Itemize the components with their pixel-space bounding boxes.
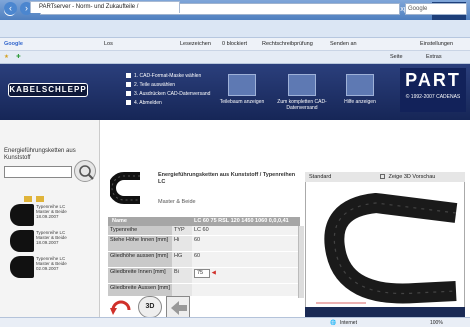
show-3d-checkbox[interactable] [380, 174, 385, 180]
thumb-line3: 18.09.2007 [36, 214, 59, 219]
toolbar-item-los[interactable]: Los [104, 38, 113, 50]
tools-menu[interactable]: Extras [426, 51, 442, 63]
toolbar-item-blocked[interactable]: 0 blockiert [222, 38, 247, 50]
chain-thumbnail-icon [10, 204, 34, 226]
prop-label: Gliedbreite Aussen [mm] [108, 284, 172, 296]
back-button[interactable]: ‹ [4, 2, 17, 15]
prop-key: Hi [172, 236, 192, 251]
prop-label: Stehe Höhe Innen [mm] [108, 236, 172, 251]
tree-view-label: Teilebaum anzeigen [219, 99, 265, 105]
magnifier-icon[interactable] [74, 160, 96, 182]
tab-bar: ★ ✚ Seite Extras [0, 51, 470, 64]
favorites-star-icon[interactable]: ★ [4, 51, 9, 63]
table-row: Typenreihe TYP LC 60 [108, 226, 300, 235]
width-select[interactable]: 75 [194, 269, 211, 278]
view-3d-button[interactable]: 3D [138, 296, 162, 318]
product-image [108, 170, 154, 214]
step-label: 4. Abmelden [134, 100, 162, 106]
toolbar-item-sendto[interactable]: Senden an [330, 38, 357, 50]
help-button[interactable] [346, 74, 374, 96]
step-label: 1. CAD-Format-Maske wählen [134, 73, 202, 79]
cad-send-button[interactable] [288, 74, 316, 96]
show-3d-label: Zeige 3D Vorschau [388, 174, 436, 180]
folder-icon[interactable] [24, 196, 32, 202]
google-toolbar-label: Google [4, 41, 23, 47]
thumbnail-text: Typenreihe LC Master & Beide 18.09.2007 [36, 230, 96, 245]
prop-value [192, 284, 300, 296]
property-table: Typenreihe TYP LC 60 Stehe Höhe Innen [m… [108, 226, 300, 296]
arrow-left-icon: ◀ [211, 270, 216, 276]
product-title: Energieführungsketten aus Kunststoff / T… [158, 172, 296, 185]
tree-view-button[interactable] [228, 74, 256, 96]
prop-key [172, 284, 192, 296]
3d-preview-panel[interactable] [305, 172, 465, 320]
prop-value: 60 [192, 252, 300, 267]
toolbar-item-settings[interactable]: Einstellungen [420, 38, 453, 50]
status-bar: 🌐 Internet 100% [0, 317, 470, 327]
help-label: Hilfe anzeigen [344, 99, 376, 105]
prop-label: Gliedhöhe aussen [mm] [108, 252, 172, 267]
product-subtitle: Master & Beide [158, 199, 196, 205]
thumb-line3: 02.09.2007 [36, 266, 59, 271]
thumbnail-text: Typenreihe LC Master & Beide 18.09.2007 [36, 204, 96, 219]
thumbnail-item[interactable]: Typenreihe LC Master & Beide 02.09.2007 [10, 256, 98, 280]
back-arrow-button[interactable] [166, 296, 190, 318]
show-3d-toggle[interactable]: Zeige 3D Vorschau [380, 174, 464, 181]
3d-viewer-toolbar[interactable] [305, 307, 465, 317]
address-bar [0, 20, 470, 38]
thumbnail-item[interactable]: Typenreihe LC Master & Beide 18.09.2007 [10, 230, 98, 254]
step-label: 3. Ausdrücken CAD-Datenversand [134, 91, 211, 97]
table-scrollbar[interactable] [298, 226, 304, 298]
table-row: Gliedhöhe aussen [mm] HG 60 [108, 252, 300, 267]
toolbar-item-bookmarks[interactable]: Lesezeichen [180, 38, 211, 50]
step-label: 2. Teile auswählen [134, 82, 176, 88]
part-copyright: © 1992-2007 CADENAS [405, 94, 461, 100]
table-row: Gliedbreite Innen [mm] Bi 75 ◀ [108, 268, 300, 283]
header-name-value: LC 60 75 RSL 120 1450 1060 0,0,0,41 [194, 218, 289, 224]
catalog-search-input[interactable] [4, 166, 72, 178]
view-standard-label[interactable]: Standard [309, 174, 331, 180]
part-brand-word: PART [405, 70, 461, 90]
search-field[interactable]: Google [405, 3, 467, 15]
refresh-button[interactable] [108, 296, 134, 318]
chain-thumbnail-icon [10, 230, 34, 252]
header-name-label: Name [112, 218, 127, 224]
toolbar-item-spellcheck[interactable]: Rechtschreibprüfung [262, 38, 313, 50]
prop-value: 60 [192, 236, 300, 251]
table-row: Stehe Höhe Innen [mm] Hi 60 [108, 236, 300, 251]
prop-key: HG [172, 252, 192, 267]
prop-label: Typenreihe [108, 226, 172, 235]
prop-value: 75 ◀ [192, 268, 300, 283]
prop-label: Gliedbreite Innen [mm] [108, 268, 172, 283]
prop-value: LC 60 [192, 226, 300, 235]
chain-thumbnail-icon [10, 256, 34, 278]
tab-active[interactable]: PARTserver - Norm- und Zukaufteile / PAR… [30, 1, 180, 13]
thumbnail-text: Typenreihe LC Master & Beide 02.09.2007 [36, 256, 96, 271]
thumb-line3: 18.09.2007 [36, 240, 59, 245]
thumbnail-item[interactable]: Typenreihe LC Master & Beide 18.09.2007 [10, 204, 98, 228]
kabelschlepp-logo: KABELSCHLEPP [8, 83, 88, 97]
table-row: Gliedbreite Aussen [mm] [108, 284, 300, 296]
prop-key: TYP [172, 226, 192, 235]
property-table-header: Name LC 60 75 RSL 120 1450 1060 0,0,0,41 [108, 217, 300, 226]
page-menu[interactable]: Seite [390, 51, 403, 63]
add-favorite-icon[interactable]: ✚ [16, 51, 21, 63]
cad-send-label: Zum kompletten CAD-Datenversand [277, 99, 327, 111]
prop-key: Bi [172, 268, 192, 283]
folder-open-icon[interactable] [36, 196, 44, 202]
google-toolbar: Google Los Lesezeichen 0 blockiert Recht… [0, 38, 470, 51]
